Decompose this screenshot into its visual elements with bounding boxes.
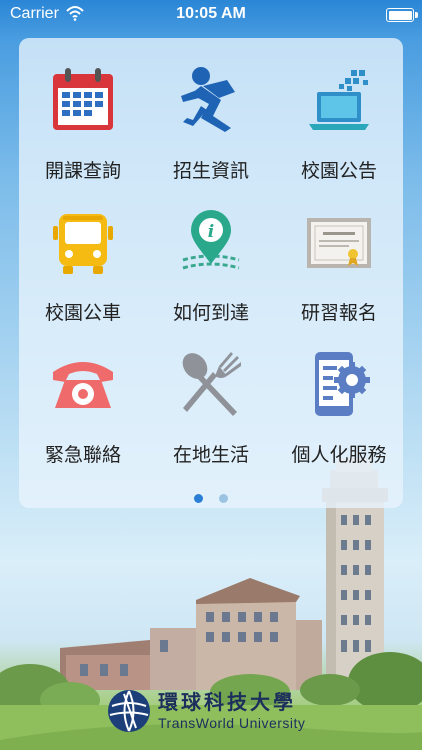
university-logo: 環球科技大學 TransWorld University [106,686,322,736]
menu-panel: 開課查詢 招生資訊 校園公告 校園公車 i 如何到達 研習報名 緊急聯絡 在地生… [19,38,403,508]
bus-icon [53,214,113,274]
menu-item-label: 如何到達 [172,302,249,324]
menu-item-campus-bus[interactable]: 校園公車 [19,180,147,324]
fork-spoon-icon [182,352,241,416]
university-name-en: TransWorld University [158,715,306,731]
menu-item-directions[interactable]: i 如何到達 [147,180,275,324]
running-person-icon [181,67,235,132]
menu-item-admissions[interactable]: 招生資訊 [147,38,275,182]
battery-icon [386,8,418,22]
menu-item-label: 招生資訊 [172,160,249,182]
page-dot-active[interactable] [194,494,204,503]
globe-logo-icon [108,690,150,732]
menu-item-label: 校園公告 [300,160,377,182]
menu-item-label: 緊急聯絡 [44,444,121,466]
menu-item-workshop-signup[interactable]: 研習報名 [275,180,403,324]
laptop-icon [309,70,369,130]
menu-item-campus-news[interactable]: 校園公告 [275,38,403,182]
menu-item-label: 個人化服務 [291,444,387,466]
menu-item-label: 在地生活 [172,444,249,466]
certificate-icon [307,218,371,268]
menu-item-label: 開課查詢 [44,160,121,182]
campus-building-illustration [60,578,322,690]
menu-item-emergency-contact[interactable]: 緊急聯絡 [19,322,147,466]
menu-item-local-life[interactable]: 在地生活 [147,322,275,466]
menu-item-course-query[interactable]: 開課查詢 [19,38,147,182]
phone-gear-icon [315,352,370,416]
map-pin-icon: i [182,210,240,270]
page-indicator[interactable] [0,488,422,507]
menu-item-label: 校園公車 [44,302,121,324]
status-bar: Carrier 10:05 AM [0,0,422,30]
svg-text:i: i [208,222,214,242]
page-dot[interactable] [218,494,228,503]
telephone-icon [53,362,113,408]
university-name-zh: 環球科技大學 [158,690,296,714]
clock-label: 10:05 AM [176,5,246,22]
calendar-icon [53,68,113,130]
menu-item-label: 研習報名 [300,302,377,324]
menu-item-personal-services[interactable]: 個人化服務 [275,322,403,466]
